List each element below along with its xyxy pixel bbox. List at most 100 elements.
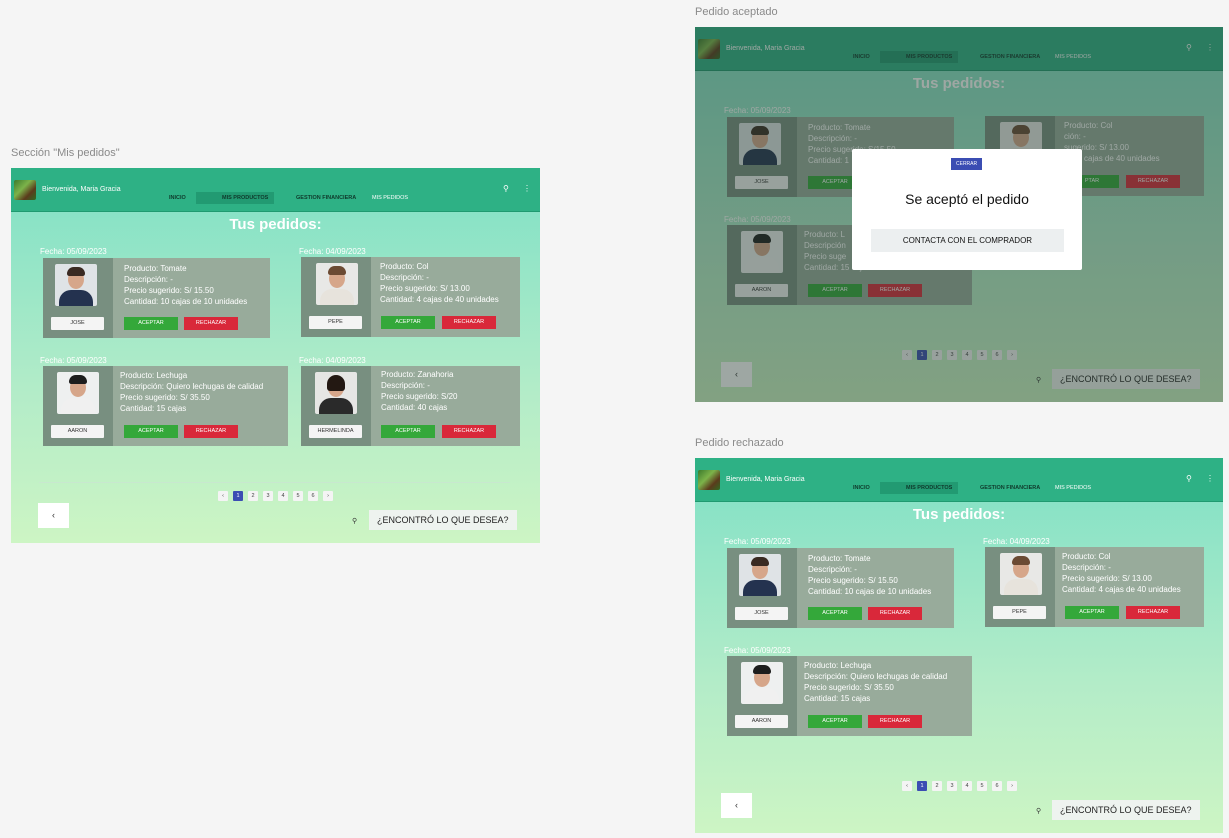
buyer-name-button[interactable]: PEPE: [993, 606, 1046, 619]
page-next[interactable]: ›: [323, 491, 333, 501]
order-cantidad: Cantidad: 15 cajas: [804, 694, 871, 703]
accept-button[interactable]: ACEPTAR: [808, 715, 862, 728]
accept-button[interactable]: ACEPTAR: [124, 317, 178, 330]
order-descripcion: Descripción: -: [380, 273, 429, 282]
order-descripcion: Descripción: Quiero lechugas de calidad: [804, 672, 948, 681]
search-icon[interactable]: ⚲: [352, 517, 357, 525]
order-date: Fecha: 04/09/2023: [983, 537, 1050, 546]
page-6[interactable]: 6: [992, 781, 1002, 791]
order-card: PEPE Producto: Col Descripción: - Precio…: [985, 547, 1204, 627]
back-button[interactable]: ‹: [721, 793, 752, 818]
reject-button[interactable]: RECHAZAR: [1126, 606, 1180, 619]
reject-button[interactable]: RECHAZAR: [184, 425, 238, 438]
order-cantidad: Cantidad: 10 cajas de 10 unidades: [808, 587, 932, 596]
more-vert-icon[interactable]: ⋮: [523, 184, 531, 193]
find-button[interactable]: ¿ENCONTRÓ LO QUE DESEA?: [1052, 800, 1200, 820]
order-info: Producto: Col Descripción: - Precio suge…: [1062, 551, 1181, 595]
page-prev[interactable]: ‹: [218, 491, 228, 501]
order-producto: Producto: Lechuga: [804, 661, 872, 670]
buyer-name-button[interactable]: JOSE: [51, 317, 104, 330]
order-descripcion: Descripción: -: [381, 381, 430, 390]
page-2[interactable]: 2: [932, 781, 942, 791]
buyer-name-button[interactable]: HERMELINDA: [309, 425, 362, 438]
page-next[interactable]: ›: [1007, 781, 1017, 791]
logo-icon: [14, 180, 36, 200]
more-vert-icon[interactable]: ⋮: [1206, 474, 1214, 483]
pagination: ‹ 1 2 3 4 5 6 ›: [902, 781, 1017, 791]
order-cantidad: Cantidad: 10 cajas de 10 unidades: [124, 297, 248, 306]
buyer-name-button[interactable]: AARON: [51, 425, 104, 438]
search-icon[interactable]: ⚲: [1186, 474, 1192, 483]
nav-gestion-financiera[interactable]: GESTION FINANCIERA: [980, 485, 1040, 491]
page-3[interactable]: 3: [263, 491, 273, 501]
buyer-photo: [1000, 553, 1042, 595]
buyer-photo: [316, 263, 358, 305]
order-descripcion: Descripción: -: [1062, 563, 1111, 572]
buyer-name-button[interactable]: JOSE: [735, 607, 788, 620]
order-cantidad: Cantidad: 4 cajas de 40 unidades: [1062, 585, 1181, 594]
page-prev[interactable]: ‹: [902, 781, 912, 791]
topbar: Bienvenida, Maria Gracia INICIO MIS PROD…: [695, 458, 1223, 502]
nav-mis-productos[interactable]: MIS PRODUCTOS: [196, 192, 275, 204]
page-1[interactable]: 1: [917, 781, 927, 791]
accept-button[interactable]: ACEPTAR: [381, 316, 435, 329]
nav-mis-productos[interactable]: MIS PRODUCTOS: [880, 482, 959, 494]
contact-buyer-button[interactable]: CONTACTA CON EL COMPRADOR: [871, 229, 1064, 252]
nav-inicio[interactable]: INICIO: [169, 195, 186, 201]
order-card: AARON Producto: Lechuga Descripción: Qui…: [43, 366, 288, 446]
confirmation-modal: CERRAR Se aceptó el pedido CONTACTA CON …: [852, 149, 1082, 270]
accept-button[interactable]: ACEPTAR: [124, 425, 178, 438]
page-5[interactable]: 5: [293, 491, 303, 501]
order-producto: Producto: Tomate: [808, 554, 871, 563]
search-icon[interactable]: ⚲: [503, 184, 509, 193]
order-cantidad: Cantidad: 15 cajas: [120, 404, 187, 413]
accept-button[interactable]: ACEPTAR: [808, 607, 862, 620]
accept-button[interactable]: ACEPTAR: [381, 425, 435, 438]
page-6[interactable]: 6: [308, 491, 318, 501]
nav-mis-pedidos[interactable]: MIS PEDIDOS: [372, 195, 408, 201]
topbar: Bienvenida, Maria Gracia INICIO MIS PROD…: [11, 168, 540, 212]
order-card: PEPE Producto: Col Descripción: - Precio…: [301, 257, 520, 337]
find-button[interactable]: ¿ENCONTRÓ LO QUE DESEA?: [369, 510, 517, 530]
page-4[interactable]: 4: [962, 781, 972, 791]
page-1[interactable]: 1: [233, 491, 243, 501]
nav-inicio[interactable]: INICIO: [853, 485, 870, 491]
order-date: Fecha: 04/09/2023: [299, 247, 366, 256]
order-producto: Producto: Lechuga: [120, 371, 188, 380]
buyer-photo: [741, 662, 783, 704]
page-5[interactable]: 5: [977, 781, 987, 791]
reject-button[interactable]: RECHAZAR: [868, 607, 922, 620]
order-card: JOSE Producto: Tomate Descripción: - Pre…: [727, 548, 954, 628]
nav-mis-pedidos[interactable]: MIS PEDIDOS: [1055, 485, 1091, 491]
page-4[interactable]: 4: [278, 491, 288, 501]
accept-button[interactable]: ACEPTAR: [1065, 606, 1119, 619]
order-date: Fecha: 04/09/2023: [299, 356, 366, 365]
reject-button[interactable]: RECHAZAR: [184, 317, 238, 330]
nav-gestion-financiera[interactable]: GESTION FINANCIERA: [296, 195, 356, 201]
search-icon[interactable]: ⚲: [1036, 807, 1041, 815]
order-precio: Precio sugerido: S/ 35.50: [804, 683, 894, 692]
close-button[interactable]: CERRAR: [951, 158, 983, 170]
frame-label-accepted: Pedido aceptado: [695, 6, 778, 18]
buyer-name-button[interactable]: PEPE: [309, 316, 362, 329]
order-info: Producto: Lechuga Descripción: Quiero le…: [804, 660, 947, 704]
buyer-name-button[interactable]: AARON: [735, 715, 788, 728]
order-info: Producto: Tomate Descripción: - Precio s…: [124, 263, 247, 307]
reject-button[interactable]: RECHAZAR: [442, 316, 496, 329]
reject-button[interactable]: RECHAZAR: [868, 715, 922, 728]
buyer-photo: [55, 264, 97, 306]
order-cantidad: Cantidad: 4 cajas de 40 unidades: [380, 295, 499, 304]
order-card: AARON Producto: Lechuga Descripción: Qui…: [727, 656, 972, 736]
order-descripcion: Descripción: Quiero lechugas de calidad: [120, 382, 264, 391]
back-button[interactable]: ‹: [38, 503, 69, 528]
order-precio: Precio sugerido: S/ 13.00: [1062, 574, 1152, 583]
page-2[interactable]: 2: [248, 491, 258, 501]
reject-button[interactable]: RECHAZAR: [442, 425, 496, 438]
order-cantidad: Cantidad: 40 cajas: [381, 403, 448, 412]
page-3[interactable]: 3: [947, 781, 957, 791]
order-date: Fecha: 05/09/2023: [724, 537, 791, 546]
order-producto: Producto: Col: [380, 262, 429, 271]
order-card: HERMELINDA Producto: Zanahoria Descripci…: [301, 366, 520, 446]
order-producto: Producto: Tomate: [124, 264, 187, 273]
order-date: Fecha: 05/09/2023: [724, 646, 791, 655]
